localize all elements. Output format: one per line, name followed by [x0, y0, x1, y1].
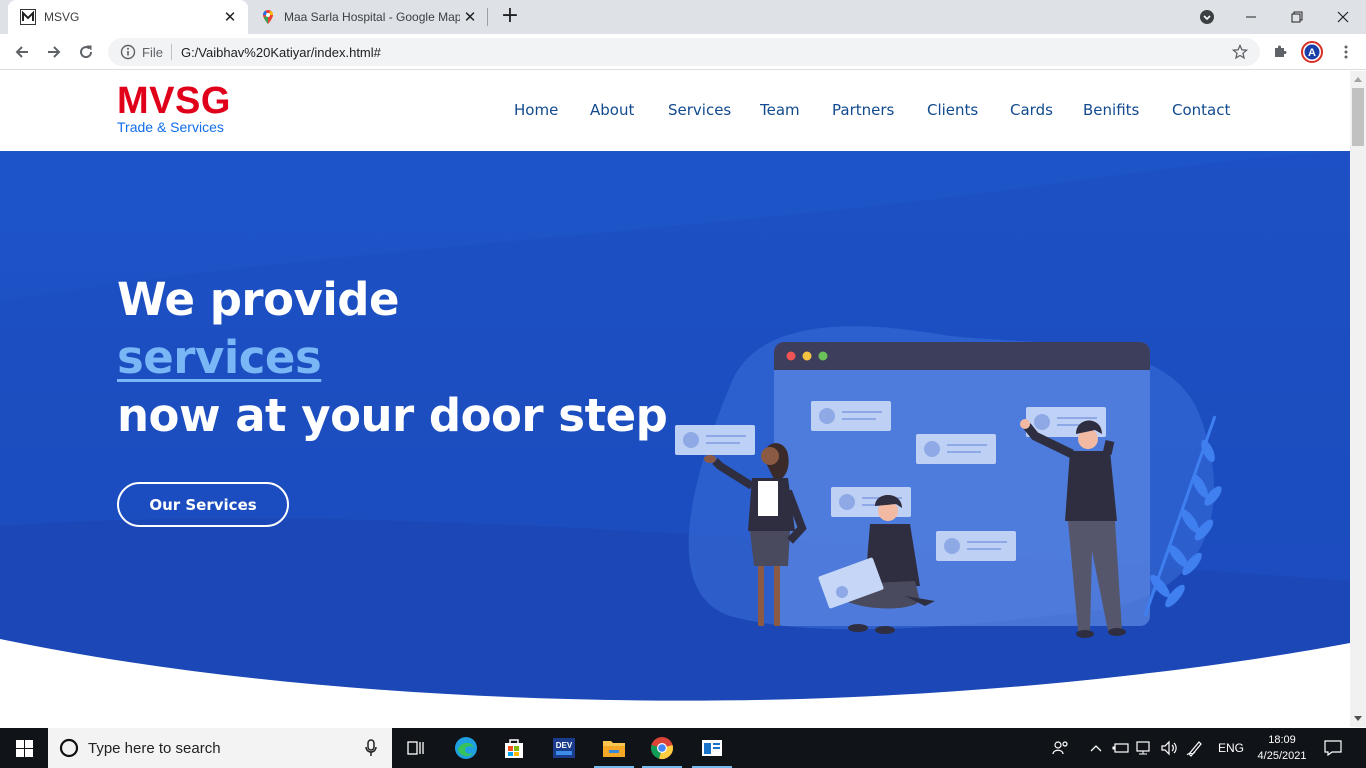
- hero-line-3: now at your door step: [117, 389, 668, 442]
- hero-highlight-services: services: [117, 331, 322, 384]
- scroll-down-arrow-icon[interactable]: [1354, 716, 1362, 721]
- taskbar-devc[interactable]: DEV: [540, 728, 588, 768]
- reload-icon: [80, 45, 93, 59]
- nav-team[interactable]: Team: [760, 101, 800, 119]
- language-indicator[interactable]: ENG: [1218, 728, 1244, 768]
- kebab-menu-icon: [1344, 45, 1348, 59]
- google-maps-icon: [260, 9, 276, 25]
- tab-title: Maa Sarla Hospital - Google Maps: [284, 10, 460, 24]
- volume-icon[interactable]: [1160, 728, 1180, 768]
- address-bar[interactable]: File G:/Vaibhav%20Katiyar/index.html#: [108, 38, 1260, 66]
- msvg-favicon-icon: [20, 9, 36, 25]
- main-nav: Home About Services Team Partners Client…: [0, 101, 1350, 121]
- tab-title: MSVG: [44, 10, 80, 24]
- reload-button[interactable]: [72, 38, 100, 66]
- bookmark-star-icon[interactable]: [1232, 44, 1248, 60]
- puzzle-icon: [1275, 45, 1287, 57]
- nav-contact[interactable]: Contact: [1172, 101, 1230, 119]
- profile-avatar[interactable]: A: [1298, 38, 1326, 66]
- browser-tab-strip: MSVG ✕ Maa Sarla Hospital - Google Maps …: [0, 0, 1366, 34]
- new-tab-button[interactable]: +: [498, 5, 522, 29]
- tab-msvg[interactable]: MSVG ✕: [8, 0, 248, 34]
- team-illustration: [675, 326, 1222, 638]
- scroll-up-arrow-icon[interactable]: [1354, 77, 1362, 82]
- restore-button[interactable]: [1274, 0, 1320, 34]
- folder-icon: [603, 741, 625, 757]
- nav-benifits[interactable]: Benifits: [1083, 101, 1139, 119]
- page-scrollbar[interactable]: [1350, 71, 1366, 727]
- hero-section: We provide services now at your door ste…: [0, 151, 1350, 727]
- hero-line-1: We provide: [117, 273, 400, 326]
- cortana-circle-icon: [59, 738, 79, 758]
- windows-logo-icon: [15, 739, 33, 757]
- edge-icon: [455, 737, 477, 759]
- nav-services[interactable]: Services: [668, 101, 731, 119]
- address-scheme: File: [142, 44, 163, 60]
- arrow-left-icon: [15, 46, 28, 58]
- forward-button[interactable]: [40, 38, 68, 66]
- close-tab-icon[interactable]: ✕: [460, 7, 480, 27]
- taskbar-store[interactable]: [490, 728, 538, 768]
- taskbar-search-placeholder: Type here to search: [88, 739, 221, 757]
- browser-menu-button[interactable]: [1332, 38, 1360, 66]
- chrome-icon: [651, 737, 673, 759]
- battery-icon[interactable]: [1112, 728, 1130, 768]
- store-bag-icon: [505, 739, 523, 758]
- network-icon[interactable]: [1136, 728, 1154, 768]
- taskbar-app-window[interactable]: [688, 728, 736, 768]
- our-services-button[interactable]: Our Services: [117, 482, 289, 527]
- close-tab-icon[interactable]: ✕: [220, 7, 240, 27]
- taskbar-chrome[interactable]: [638, 728, 686, 768]
- start-button[interactable]: [0, 728, 48, 768]
- tab-separator: [487, 8, 488, 26]
- arrow-right-icon: [48, 46, 61, 58]
- address-url[interactable]: G:/Vaibhav%20Katiyar/index.html#: [181, 45, 381, 60]
- task-view-icon: [407, 741, 424, 755]
- dev-cpp-icon: DEV: [553, 738, 575, 758]
- minimize-button[interactable]: [1228, 0, 1274, 34]
- close-window-button[interactable]: [1320, 0, 1366, 34]
- site-header: MVSG Trade & Services Home About Service…: [0, 71, 1350, 151]
- microphone-icon[interactable]: [364, 739, 378, 757]
- browser-toolbar: File G:/Vaibhav%20Katiyar/index.html# A: [0, 34, 1366, 70]
- task-view-button[interactable]: [392, 728, 440, 768]
- nav-clients[interactable]: Clients: [927, 101, 978, 119]
- extensions-button[interactable]: [1266, 38, 1294, 66]
- app-window-icon: [702, 740, 722, 756]
- nav-about[interactable]: About: [590, 101, 634, 119]
- action-center-icon[interactable]: [1324, 728, 1342, 768]
- nav-home[interactable]: Home: [514, 101, 558, 119]
- clock-date: 4/25/2021: [1257, 750, 1307, 762]
- svg-text:DEV: DEV: [556, 741, 573, 750]
- nav-partners[interactable]: Partners: [832, 101, 894, 119]
- info-icon[interactable]: [120, 44, 136, 60]
- clock-time: 18:09: [1268, 734, 1296, 746]
- web-page: MVSG Trade & Services Home About Service…: [0, 71, 1350, 727]
- taskbar-edge[interactable]: [442, 728, 490, 768]
- nav-cards[interactable]: Cards: [1010, 101, 1053, 119]
- windows-taskbar: Type here to search DEV ENG 18:09 4/25/2…: [0, 728, 1366, 768]
- hero-headline: We provide services now at your door ste…: [117, 271, 668, 445]
- scrollbar-thumb[interactable]: [1352, 88, 1364, 146]
- taskbar-search-box[interactable]: Type here to search: [48, 728, 392, 768]
- system-clock[interactable]: 18:09 4/25/2021: [1254, 732, 1310, 764]
- address-separator: [170, 44, 172, 60]
- people-icon[interactable]: [1052, 728, 1070, 768]
- tab-search-button[interactable]: [1184, 0, 1230, 34]
- show-hidden-icons-chevron-icon[interactable]: [1090, 728, 1102, 768]
- profile-initial: A: [1308, 47, 1316, 59]
- taskbar-file-explorer[interactable]: [590, 728, 638, 768]
- tab-google-maps[interactable]: Maa Sarla Hospital - Google Maps ✕: [248, 0, 488, 34]
- back-button[interactable]: [8, 38, 36, 66]
- pen-workspace-icon[interactable]: [1186, 728, 1204, 768]
- logo-tagline: Trade & Services: [117, 119, 224, 135]
